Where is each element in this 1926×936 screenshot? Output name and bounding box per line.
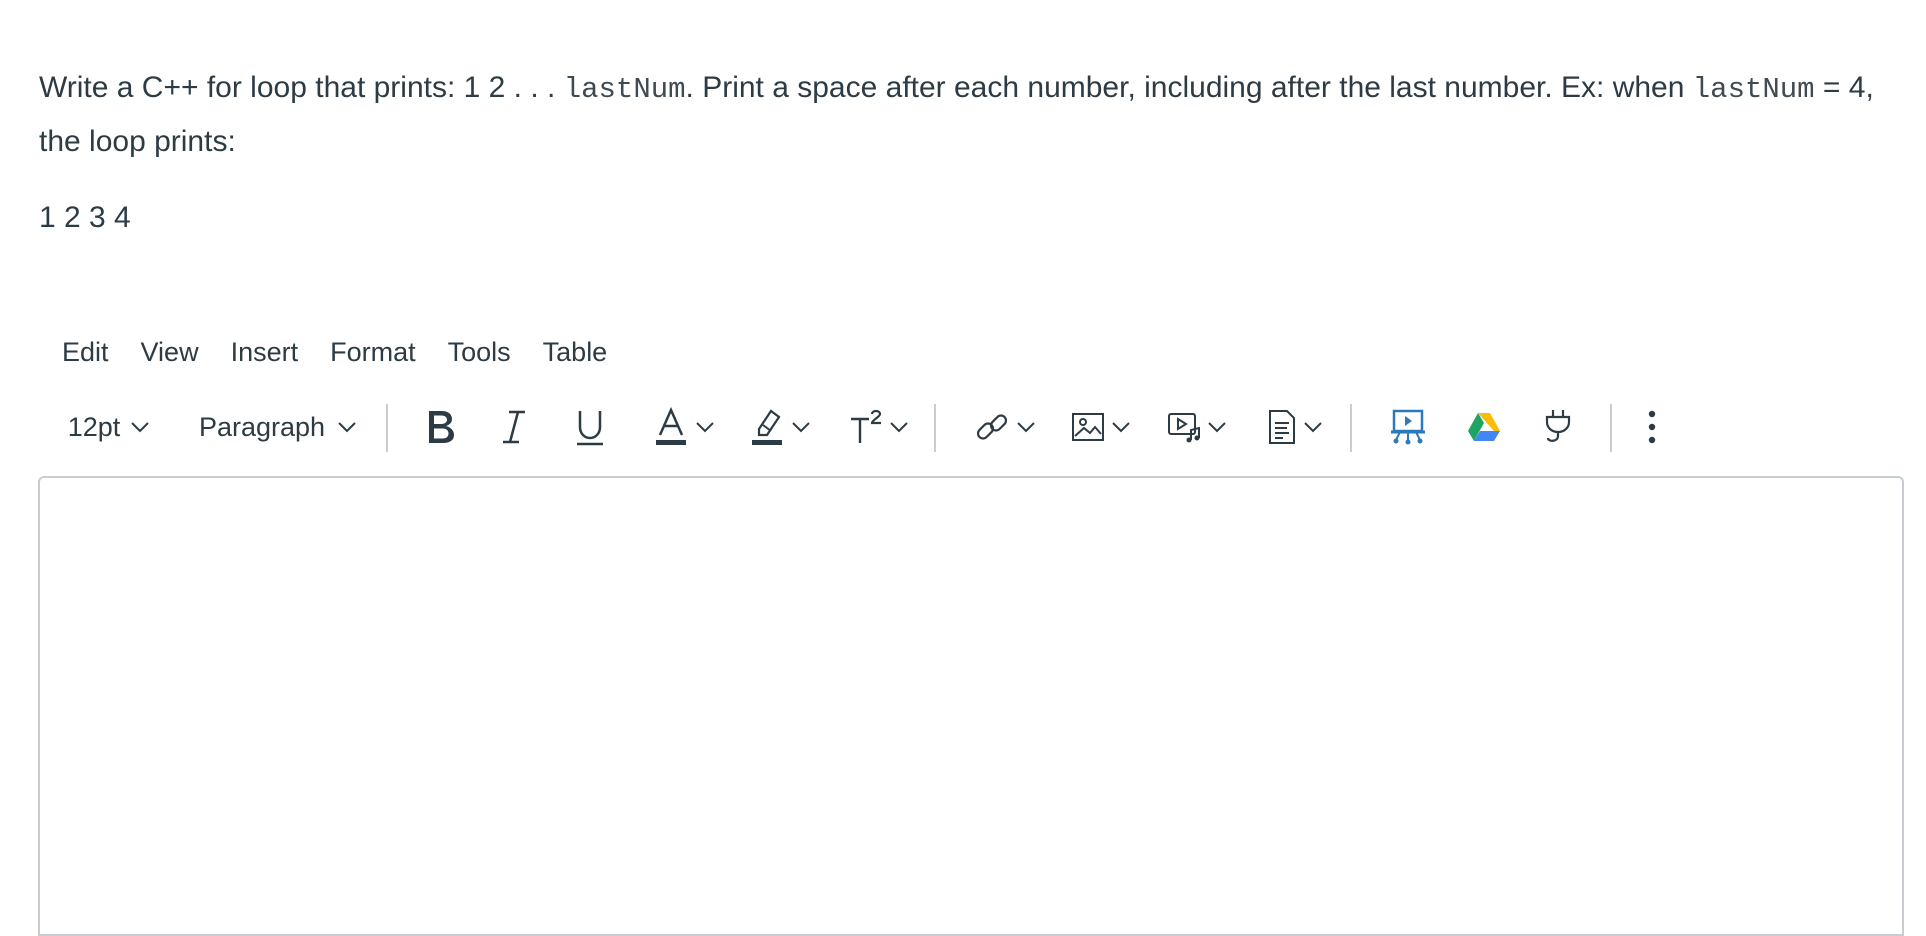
- menu-view[interactable]: View: [125, 326, 215, 378]
- highlight-color-button[interactable]: [744, 400, 818, 454]
- image-button[interactable]: [1064, 400, 1138, 454]
- chevron-down-icon: [890, 422, 908, 433]
- toolbar-separator: [1350, 404, 1352, 452]
- italic-button[interactable]: [488, 400, 540, 454]
- bold-icon: [429, 411, 454, 443]
- chevron-down-icon: [338, 422, 356, 433]
- chevron-down-icon: [1208, 422, 1226, 433]
- menu-format[interactable]: Format: [314, 326, 432, 378]
- underline-icon: [577, 411, 603, 446]
- rich-text-editor-area[interactable]: [38, 476, 1904, 936]
- toolbar-separator: [386, 404, 388, 452]
- chevron-down-icon: [131, 422, 149, 433]
- code-variable: lastNum: [1692, 73, 1815, 106]
- plugin-button[interactable]: [1532, 400, 1584, 454]
- highlight-icon: [752, 409, 782, 445]
- media-button[interactable]: [1160, 400, 1234, 454]
- text-color-icon: [656, 407, 686, 445]
- font-size-dropdown[interactable]: 12pt: [54, 400, 164, 454]
- superscript-icon: [851, 409, 882, 443]
- presentation-tool-icon: [1391, 409, 1425, 445]
- chevron-down-icon: [696, 422, 714, 433]
- question-text-part: Write a C++ for loop that prints: 1 2 . …: [39, 71, 564, 104]
- italic-icon: [503, 410, 525, 444]
- menu-table[interactable]: Table: [527, 326, 624, 378]
- chevron-down-icon: [1304, 422, 1322, 433]
- font-size-value: 12pt: [67, 411, 121, 442]
- underline-button[interactable]: [564, 400, 616, 454]
- block-format-value: Paragraph: [198, 411, 326, 442]
- more-options-button[interactable]: [1632, 400, 1672, 454]
- menu-edit[interactable]: Edit: [46, 326, 125, 378]
- link-icon: [976, 414, 1008, 440]
- chevron-down-icon: [1112, 422, 1130, 433]
- document-icon: [1269, 410, 1295, 444]
- editor-toolbar: 12pt Paragraph: [48, 400, 1688, 454]
- block-format-dropdown[interactable]: Paragraph: [188, 400, 368, 454]
- menu-tools[interactable]: Tools: [432, 326, 527, 378]
- code-variable: lastNum: [563, 73, 686, 106]
- editor-menubar: Edit View Insert Format Tools Table: [46, 326, 623, 378]
- bold-button[interactable]: [414, 400, 466, 454]
- image-icon: [1072, 413, 1104, 441]
- presentation-tool-button[interactable]: [1382, 400, 1434, 454]
- chevron-down-icon: [1017, 422, 1035, 433]
- toolbar-separator: [1610, 404, 1612, 452]
- chevron-down-icon: [792, 422, 810, 433]
- question-text-part: . Print a space after each number, inclu…: [685, 71, 1693, 104]
- google-drive-icon: [1468, 413, 1500, 441]
- toolbar-separator: [934, 404, 936, 452]
- more-vertical-icon: [1648, 410, 1656, 444]
- text-color-button[interactable]: [648, 400, 722, 454]
- menu-insert[interactable]: Insert: [215, 326, 315, 378]
- plug-icon: [1545, 410, 1571, 442]
- media-icon: [1168, 413, 1200, 443]
- example-output: 1 2 3 4: [39, 201, 131, 234]
- document-button[interactable]: [1258, 400, 1332, 454]
- superscript-button[interactable]: [842, 400, 916, 454]
- link-button[interactable]: [968, 400, 1042, 454]
- question-text: Write a C++ for loop that prints: 1 2 . …: [39, 62, 1879, 168]
- google-drive-button[interactable]: [1458, 400, 1510, 454]
